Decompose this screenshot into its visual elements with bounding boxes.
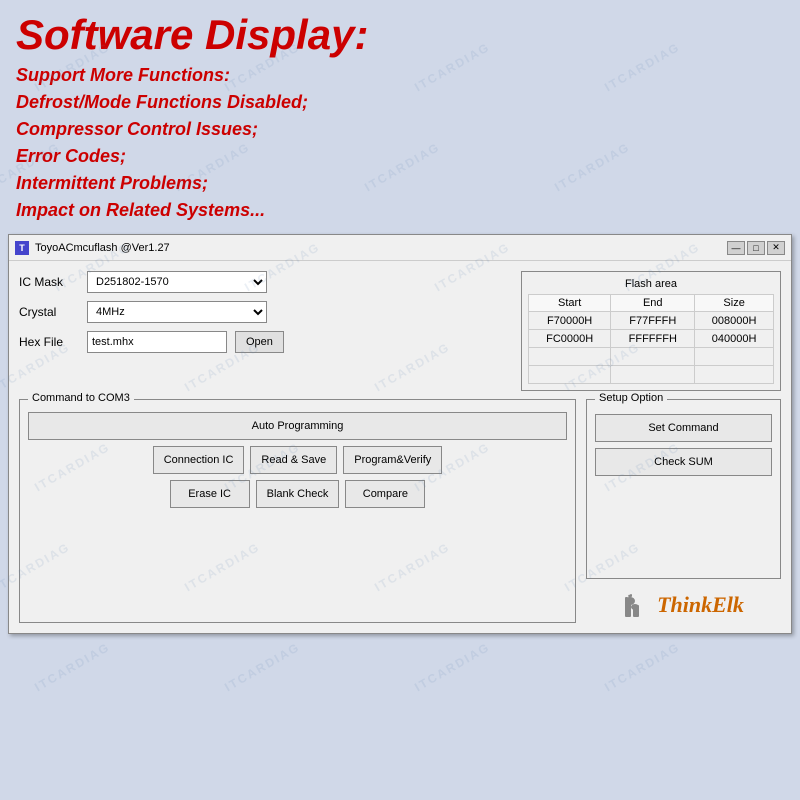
watermark-26: ITCARDIAG	[222, 640, 302, 694]
connection-ic-button[interactable]: Connection IC	[153, 446, 245, 474]
close-button[interactable]: ✕	[767, 241, 785, 255]
flash-row-2	[529, 348, 774, 366]
command-row-2: Connection IC Read & Save Program&Verify	[28, 446, 567, 474]
flash-r0-start: F70000H	[529, 312, 611, 330]
check-sum-button[interactable]: Check SUM	[595, 448, 772, 476]
thinkelk-branding: ThinkElk	[586, 587, 781, 623]
hex-file-input[interactable]	[87, 331, 227, 353]
flash-row-0: F70000H F77FFFH 008000H	[529, 312, 774, 330]
open-button[interactable]: Open	[235, 331, 284, 353]
thinkelk-text: ThinkElk	[657, 592, 744, 618]
feature-list: Support More Functions: Defrost/Mode Fun…	[16, 62, 784, 224]
auto-programming-row: Auto Programming	[28, 412, 567, 440]
feature-item-4: Intermittent Problems;	[16, 170, 784, 197]
setup-option-group: Setup Option Set Command Check SUM	[586, 399, 781, 579]
flash-col-size: Size	[695, 295, 774, 312]
crystal-row: Crystal 4MHz	[19, 301, 511, 323]
flash-area-title: Flash area	[528, 278, 774, 290]
setup-inner: Set Command Check SUM	[595, 414, 772, 476]
bottom-row: Command to COM3 Auto Programming Connect…	[19, 399, 781, 623]
flash-table: Start End Size F70000H F77FFFH 008000H F…	[528, 294, 774, 384]
minimize-button[interactable]: —	[727, 241, 745, 255]
ic-mask-row: IC Mask D251802-1570	[19, 271, 511, 293]
flash-row-1: FC0000H FFFFFFH 040000H	[529, 330, 774, 348]
app-icon: T	[15, 241, 29, 255]
flash-r0-size: 008000H	[695, 312, 774, 330]
watermark-27: ITCARDIAG	[412, 640, 492, 694]
hex-file-row: Hex File Open	[19, 331, 511, 353]
app-window: T ToyoACmcuflash @Ver1.27 — □ ✕ IC Mask …	[8, 234, 792, 634]
flash-col-start: Start	[529, 295, 611, 312]
ic-mask-select[interactable]: D251802-1570	[87, 271, 267, 293]
flash-r1-size: 040000H	[695, 330, 774, 348]
compare-button[interactable]: Compare	[345, 480, 425, 508]
restore-button[interactable]: □	[747, 241, 765, 255]
feature-item-2: Compressor Control Issues;	[16, 116, 784, 143]
read-save-button[interactable]: Read & Save	[250, 446, 337, 474]
flash-r2-start	[529, 348, 611, 366]
flash-r2-size	[695, 348, 774, 366]
window-title: ToyoACmcuflash @Ver1.27	[35, 242, 170, 254]
feature-item-3: Error Codes;	[16, 143, 784, 170]
flash-col-end: End	[611, 295, 695, 312]
flash-r3-end	[611, 366, 695, 384]
flash-r3-size	[695, 366, 774, 384]
form-area: IC Mask D251802-1570 Crystal 4MHz Hex Fi…	[19, 271, 511, 391]
top-section: Software Display: Support More Functions…	[0, 0, 800, 234]
watermark-25: ITCARDIAG	[32, 640, 112, 694]
setup-option-title: Setup Option	[595, 392, 667, 404]
crystal-label: Crystal	[19, 305, 79, 319]
main-title: Software Display:	[16, 12, 784, 58]
ic-mask-label: IC Mask	[19, 275, 79, 289]
title-bar: T ToyoACmcuflash @Ver1.27 — □ ✕	[9, 235, 791, 261]
command-group-title: Command to COM3	[28, 392, 134, 404]
command-row-3: Erase IC Blank Check Compare	[28, 480, 567, 508]
flash-r3-start	[529, 366, 611, 384]
flash-r1-end: FFFFFFH	[611, 330, 695, 348]
command-group: Command to COM3 Auto Programming Connect…	[19, 399, 576, 623]
flash-r1-start: FC0000H	[529, 330, 611, 348]
erase-ic-button[interactable]: Erase IC	[170, 480, 250, 508]
title-bar-controls: — □ ✕	[727, 241, 785, 255]
set-command-button[interactable]: Set Command	[595, 414, 772, 442]
feature-item-0: Support More Functions:	[16, 62, 784, 89]
feature-item-1: Defrost/Mode Functions Disabled;	[16, 89, 784, 116]
auto-programming-button[interactable]: Auto Programming	[28, 412, 567, 440]
blank-check-button[interactable]: Blank Check	[256, 480, 340, 508]
command-group-inner: Auto Programming Connection IC Read & Sa…	[28, 412, 567, 508]
elk-icon	[623, 591, 651, 619]
hex-file-label: Hex File	[19, 335, 79, 349]
thinkelk-logo: ThinkElk	[623, 591, 744, 619]
title-bar-left: T ToyoACmcuflash @Ver1.27	[15, 241, 170, 255]
flash-r0-end: F77FFFH	[611, 312, 695, 330]
program-verify-button[interactable]: Program&Verify	[343, 446, 442, 474]
flash-area: Flash area Start End Size F70000H F77FFF…	[521, 271, 781, 391]
watermark-28: ITCARDIAG	[602, 640, 682, 694]
window-body: IC Mask D251802-1570 Crystal 4MHz Hex Fi…	[9, 261, 791, 633]
flash-row-3	[529, 366, 774, 384]
feature-item-5: Impact on Related Systems...	[16, 197, 784, 224]
top-row: IC Mask D251802-1570 Crystal 4MHz Hex Fi…	[19, 271, 781, 391]
crystal-select[interactable]: 4MHz	[87, 301, 267, 323]
flash-r2-end	[611, 348, 695, 366]
